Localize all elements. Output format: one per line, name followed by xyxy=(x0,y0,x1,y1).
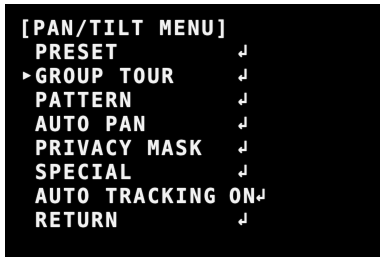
menu-item-label: AUTO TRACKING xyxy=(35,184,218,208)
enter-icon: ↲ xyxy=(237,41,248,62)
menu-item-preset[interactable]: PRESET ↲ xyxy=(19,40,319,64)
enter-icon: ↲ xyxy=(237,161,248,182)
menu-item-group-tour[interactable]: ▶ GROUP TOUR ↲ xyxy=(19,64,319,88)
menu-title: [PAN/TILT MENU] xyxy=(19,16,230,40)
enter-icon: ↲ xyxy=(237,209,248,230)
menu-item-return[interactable]: RETURN ↲ xyxy=(19,208,319,232)
menu-item-label: GROUP TOUR xyxy=(35,64,176,88)
menu-item-label: PRESET xyxy=(35,40,120,64)
enter-icon: ↲ xyxy=(237,113,248,134)
menu-item-label: PRIVACY MASK xyxy=(35,136,204,160)
menu-item-auto-tracking[interactable]: AUTO TRACKING ON ↲ xyxy=(19,184,319,208)
enter-icon: ↲ xyxy=(255,185,266,206)
menu-item-pattern[interactable]: PATTERN ↲ xyxy=(19,88,319,112)
enter-icon: ↲ xyxy=(237,137,248,158)
menu-item-special[interactable]: SPECIAL ↲ xyxy=(19,160,319,184)
enter-icon: ↲ xyxy=(237,65,248,86)
selection-cursor-icon: ▶ xyxy=(23,68,31,83)
auto-tracking-state: ON xyxy=(229,184,258,208)
menu-item-label: RETURN xyxy=(35,208,120,232)
menu-item-privacy-mask[interactable]: PRIVACY MASK ↲ xyxy=(19,136,319,160)
menu-item-label: SPECIAL xyxy=(35,160,134,184)
osd-screen: [PAN/TILT MENU] PRESET ↲ ▶ GROUP TOUR ↲ … xyxy=(5,4,380,257)
menu-item-auto-pan[interactable]: AUTO PAN ↲ xyxy=(19,112,319,136)
menu-item-label: PATTERN xyxy=(35,88,134,112)
enter-icon: ↲ xyxy=(237,89,248,110)
menu-item-label: AUTO PAN xyxy=(35,112,148,136)
